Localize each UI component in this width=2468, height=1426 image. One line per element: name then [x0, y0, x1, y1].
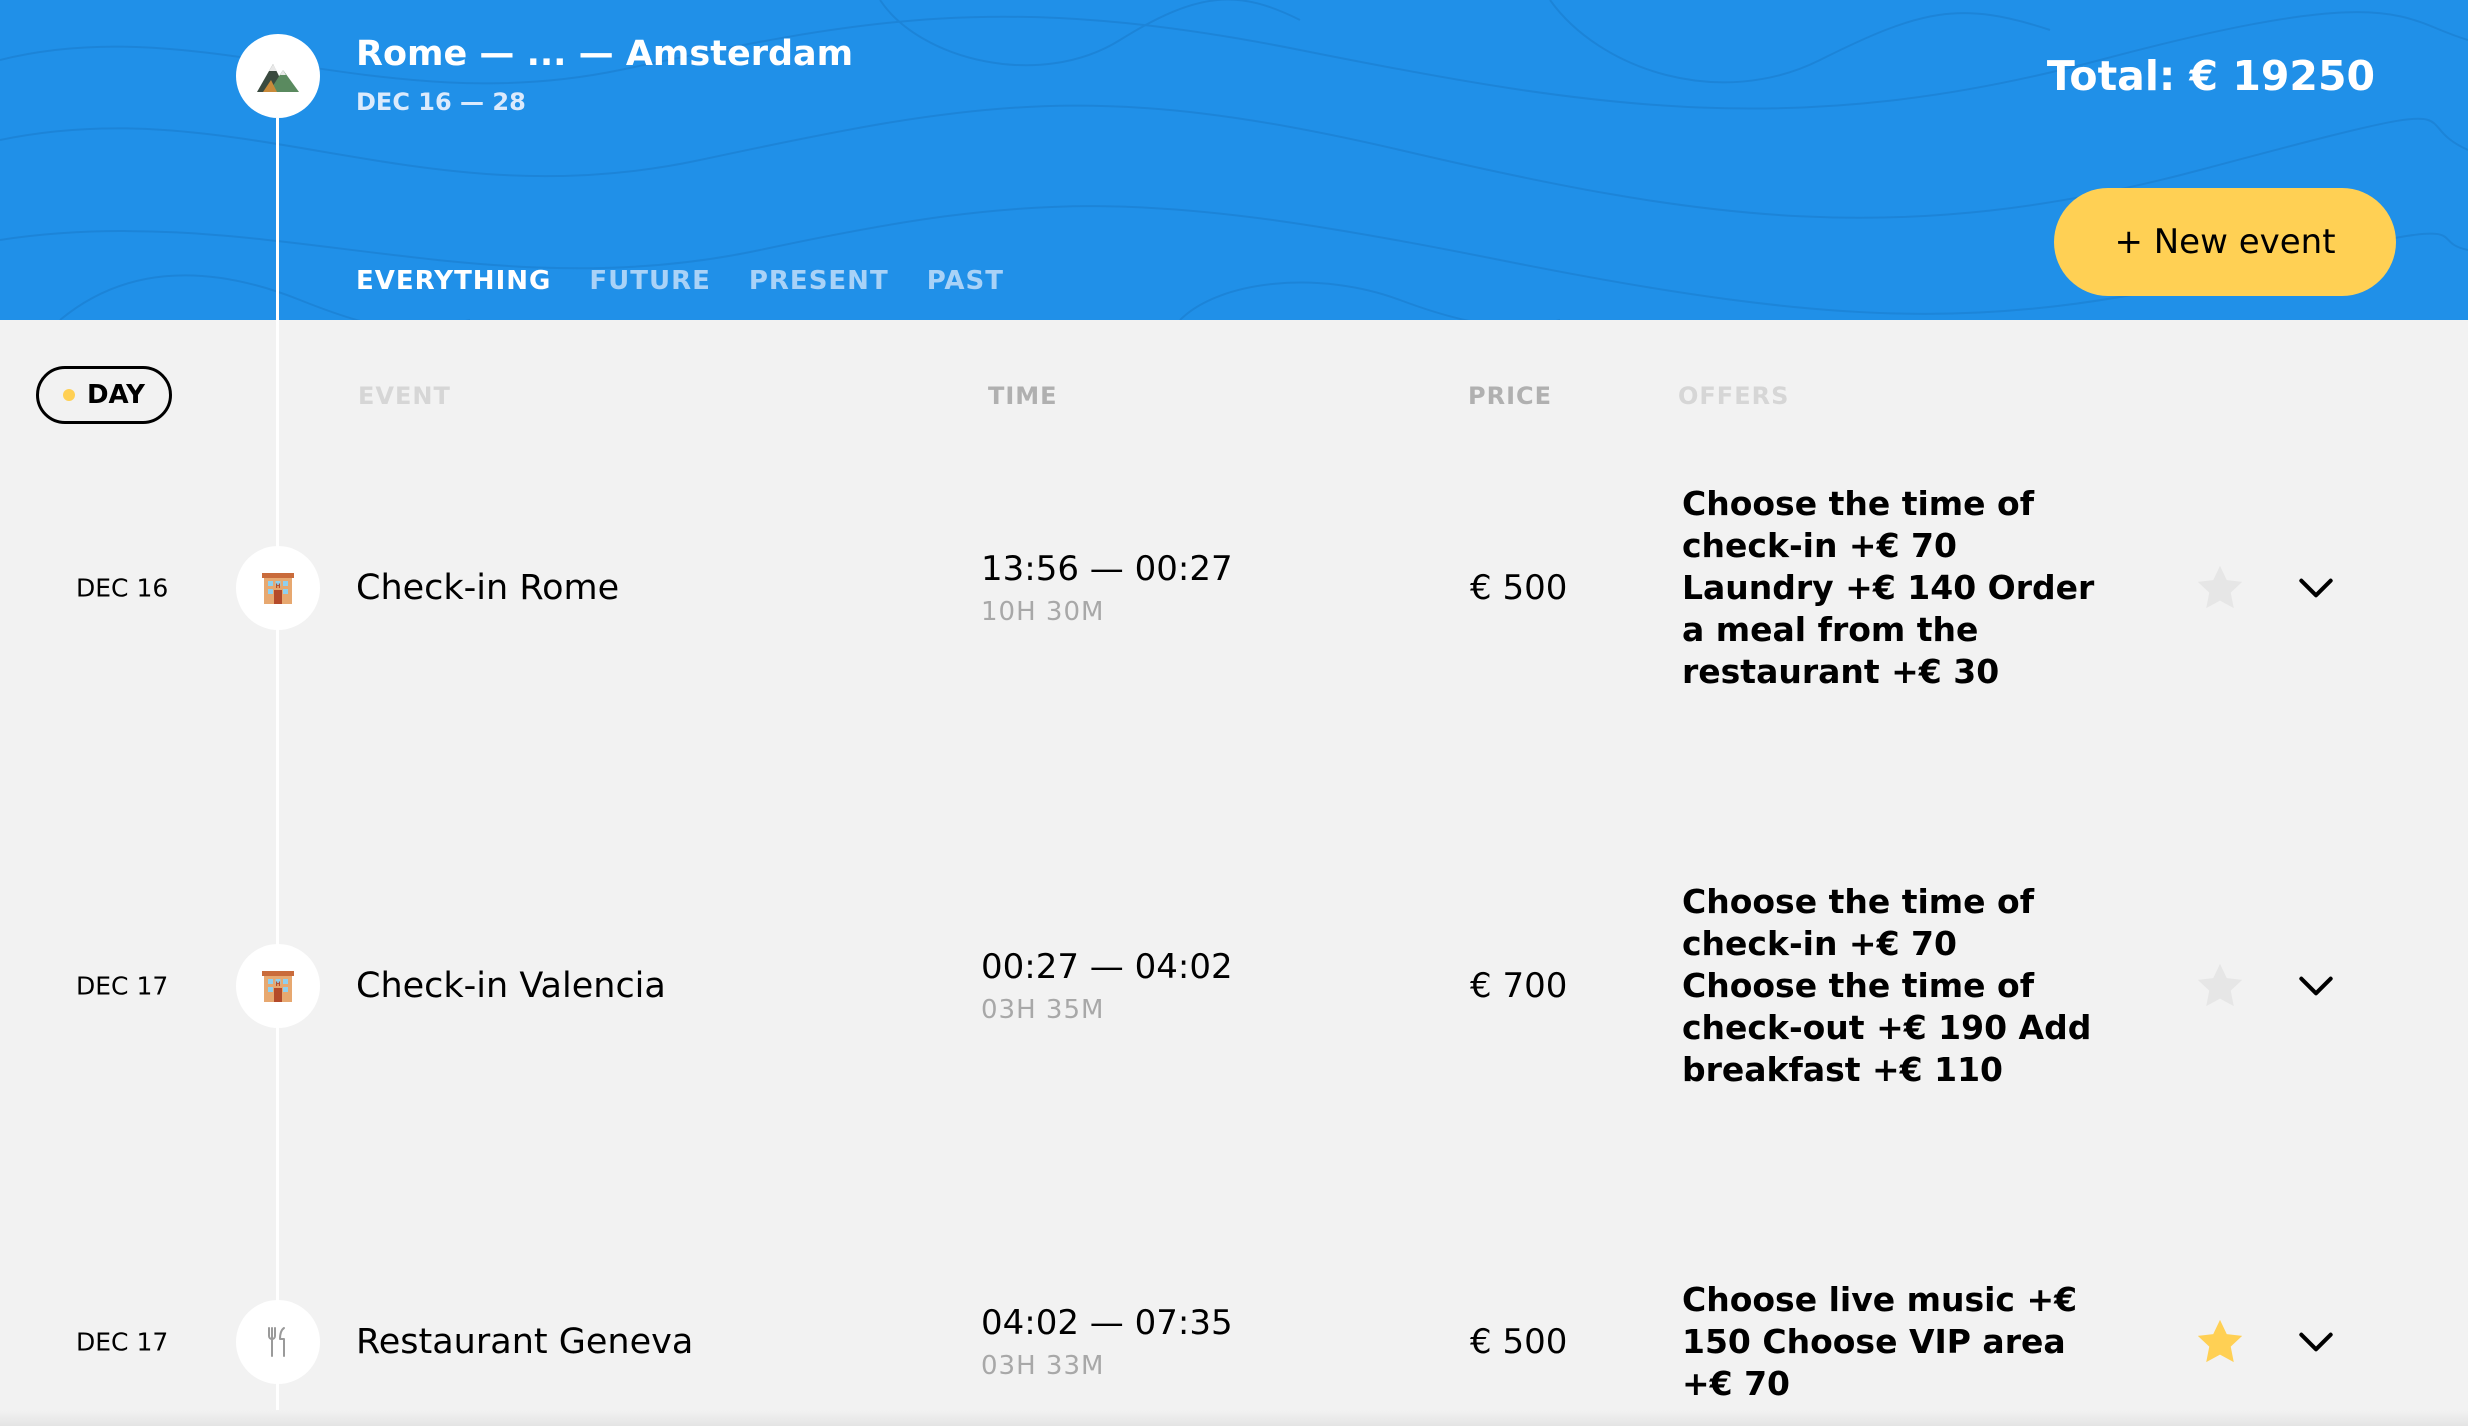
trip-total-cost: Total: € 19250 — [2046, 52, 2375, 100]
column-header-time[interactable]: TIME — [988, 382, 1058, 410]
event-date: DEC 17 — [76, 1327, 169, 1357]
event-type-icon — [236, 1300, 320, 1384]
chevron-down-icon[interactable] — [2294, 566, 2338, 610]
event-offers: Choose live music +€ 150 Choose VIP area… — [1682, 1280, 2078, 1403]
event-time: 04:02 — 07:35 03H 33M — [981, 1303, 1233, 1381]
favorite-star-icon[interactable] — [2192, 958, 2248, 1014]
event-name: Check-in Valencia — [356, 966, 666, 1006]
event-time-range: 00:27 — 04:02 — [981, 947, 1233, 987]
event-duration: 03H 33M — [981, 1351, 1105, 1381]
event-price: € 700 — [1470, 966, 1568, 1006]
filter-past[interactable]: PAST — [927, 266, 1004, 296]
event-offers: Choose the time of check-in +€ 70 Laundr… — [1682, 484, 2095, 691]
event-name: Restaurant Geneva — [356, 1322, 694, 1362]
new-event-button[interactable]: + New event — [2054, 188, 2396, 296]
event-filter-tabs: EVERYTHING FUTURE PRESENT PAST — [356, 266, 1004, 296]
svg-text:H: H — [275, 981, 280, 988]
chevron-down-icon[interactable] — [2294, 964, 2338, 1008]
mountains-icon — [257, 64, 299, 92]
column-header-event[interactable]: EVENT — [358, 382, 451, 410]
event-name: Check-in Rome — [356, 568, 620, 608]
trip-logo — [236, 34, 320, 118]
fork-knife-icon — [268, 1327, 285, 1357]
svg-text:H: H — [275, 583, 280, 590]
event-time-range: 13:56 — 00:27 — [981, 549, 1233, 589]
event-type-icon: H — [236, 944, 320, 1028]
filter-present[interactable]: PRESENT — [749, 266, 889, 296]
hotel-icon: H — [262, 971, 294, 1002]
active-sort-dot — [62, 389, 75, 401]
favorite-star-icon[interactable] — [2192, 1314, 2248, 1370]
column-header-offers: OFFERS — [1678, 382, 1790, 410]
event-duration: 10H 30M — [981, 597, 1105, 627]
event-date: DEC 17 — [76, 971, 169, 1001]
timeline-line — [276, 118, 279, 1426]
column-header-price[interactable]: PRICE — [1468, 382, 1552, 410]
sort-by-day-button[interactable]: DAY — [36, 366, 172, 424]
trip-dates: DEC 16 — 28 — [356, 88, 526, 116]
event-time: 13:56 — 00:27 10H 30M — [981, 549, 1233, 627]
bottom-fade — [0, 1410, 2468, 1426]
event-time: 00:27 — 04:02 03H 35M — [981, 947, 1233, 1025]
trip-header: Rome — ... — Amsterdam DEC 16 — 28 Total… — [0, 0, 2468, 320]
event-offers: Choose the time of check-in +€ 70 Choose… — [1682, 882, 2092, 1089]
event-price: € 500 — [1470, 568, 1568, 608]
filter-everything[interactable]: EVERYTHING — [356, 266, 551, 296]
favorite-star-icon[interactable] — [2192, 560, 2248, 616]
hotel-icon: H — [262, 573, 294, 604]
filter-future[interactable]: FUTURE — [589, 266, 711, 296]
event-price: € 500 — [1470, 1322, 1568, 1362]
event-date: DEC 16 — [76, 573, 169, 603]
chevron-down-icon[interactable] — [2294, 1320, 2338, 1364]
event-type-icon: H — [236, 546, 320, 630]
event-time-range: 04:02 — 07:35 — [981, 1303, 1233, 1343]
day-sort-label: DAY — [86, 380, 146, 410]
event-duration: 03H 35M — [981, 995, 1105, 1025]
trip-route-title: Rome — ... — Amsterdam — [356, 34, 854, 74]
